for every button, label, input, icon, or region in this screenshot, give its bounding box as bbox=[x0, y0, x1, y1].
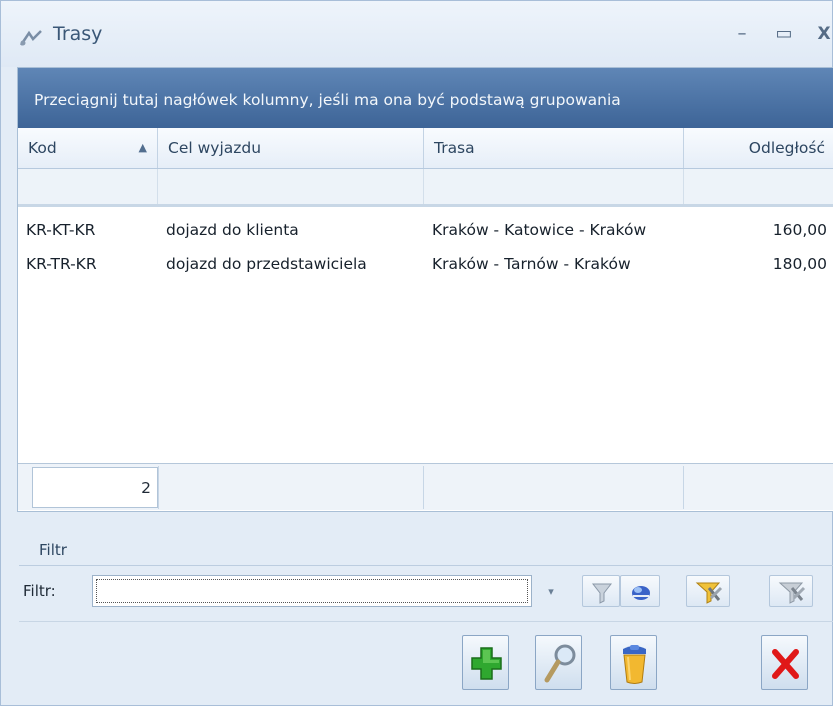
cell-odleglosc: 160,00 bbox=[772, 221, 827, 239]
cell-cel-wyjazdu: dojazd do klienta bbox=[166, 221, 299, 239]
group-by-hint: Przeciągnij tutaj nagłówek kolumny, jeśl… bbox=[34, 91, 621, 109]
column-header-cel-wyjazdu[interactable]: Cel wyjazdu bbox=[158, 128, 424, 168]
column-header-label: Odległość bbox=[748, 139, 825, 157]
divider bbox=[19, 621, 833, 622]
filter-edit-icon bbox=[695, 582, 723, 604]
add-button[interactable] bbox=[462, 635, 509, 690]
close-window-button[interactable]: X bbox=[811, 21, 833, 47]
cell-kod: KR-KT-KR bbox=[26, 221, 96, 239]
table-row[interactable]: KR-KT-KR dojazd do klienta Kraków - Kato… bbox=[18, 213, 833, 247]
minimize-button[interactable]: – bbox=[729, 21, 755, 47]
sort-ascending-icon: ▲ bbox=[138, 141, 147, 154]
filter-remove-icon bbox=[778, 582, 806, 604]
column-header-odleglosc[interactable]: Odległość bbox=[684, 128, 833, 168]
filter-icon bbox=[591, 583, 613, 604]
cell-kod: KR-TR-KR bbox=[26, 255, 97, 273]
close-icon bbox=[772, 649, 799, 679]
row-count: 2 bbox=[32, 467, 158, 508]
filter-cell-odleglosc[interactable] bbox=[684, 169, 833, 204]
cell-trasa: Kraków - Katowice - Kraków bbox=[432, 221, 647, 239]
column-header-kod[interactable]: Kod ▲ bbox=[18, 128, 158, 168]
filter-combobox[interactable] bbox=[92, 575, 532, 607]
filter-label: Filtr: bbox=[23, 582, 56, 600]
group-by-panel[interactable]: Przeciągnij tutaj nagłówek kolumny, jeśl… bbox=[18, 68, 833, 128]
column-header-label: Cel wyjazdu bbox=[168, 139, 262, 157]
column-header-row: Kod ▲ Cel wyjazdu Trasa Odległość bbox=[18, 128, 833, 169]
table-row[interactable]: KR-TR-KR dojazd do przedstawiciela Krakó… bbox=[18, 247, 833, 281]
filter-cell-trasa[interactable] bbox=[424, 169, 684, 204]
trash-bin-icon bbox=[623, 645, 646, 684]
apply-filter-button[interactable] bbox=[582, 575, 620, 607]
footer-cell bbox=[684, 466, 833, 509]
view-button[interactable] bbox=[535, 635, 582, 690]
footer-cell bbox=[424, 466, 684, 509]
column-header-trasa[interactable]: Trasa bbox=[424, 128, 684, 168]
cell-cel-wyjazdu: dojazd do przedstawiciela bbox=[166, 255, 367, 273]
magnifier-icon bbox=[544, 644, 576, 683]
clear-filter-icon bbox=[632, 586, 650, 600]
auto-filter-row[interactable] bbox=[18, 169, 833, 207]
summary-footer-row: 2 bbox=[18, 463, 833, 510]
filter-cell-kod[interactable] bbox=[18, 169, 158, 204]
window-title: Trasy bbox=[53, 23, 103, 45]
delete-button[interactable] bbox=[610, 635, 657, 690]
filter-cell-cel[interactable] bbox=[158, 169, 424, 204]
column-header-label: Trasa bbox=[434, 139, 475, 157]
filter-input[interactable] bbox=[96, 579, 528, 603]
divider bbox=[19, 565, 833, 566]
column-header-label: Kod bbox=[28, 139, 57, 157]
trasy-window: Trasy – ▭ X Przeciągnij tutaj nagłówek k… bbox=[0, 0, 833, 706]
close-button[interactable] bbox=[761, 635, 808, 690]
clear-filter-button[interactable] bbox=[620, 575, 660, 607]
route-app-icon bbox=[19, 30, 42, 46]
add-icon bbox=[471, 647, 502, 680]
title-bar[interactable]: Trasy – ▭ X bbox=[1, 1, 832, 67]
routes-grid: Przeciągnij tutaj nagłówek kolumny, jeśl… bbox=[17, 67, 833, 512]
maximize-button[interactable]: ▭ bbox=[771, 21, 797, 47]
filter-section-caption: Filtr bbox=[39, 541, 67, 559]
footer-cell bbox=[158, 466, 424, 509]
cell-odleglosc: 180,00 bbox=[772, 255, 827, 273]
chevron-down-icon[interactable]: ▾ bbox=[542, 579, 560, 605]
cell-trasa: Kraków - Tarnów - Kraków bbox=[432, 255, 631, 273]
remove-filter-button[interactable] bbox=[769, 575, 813, 607]
edit-filter-button[interactable] bbox=[686, 575, 730, 607]
